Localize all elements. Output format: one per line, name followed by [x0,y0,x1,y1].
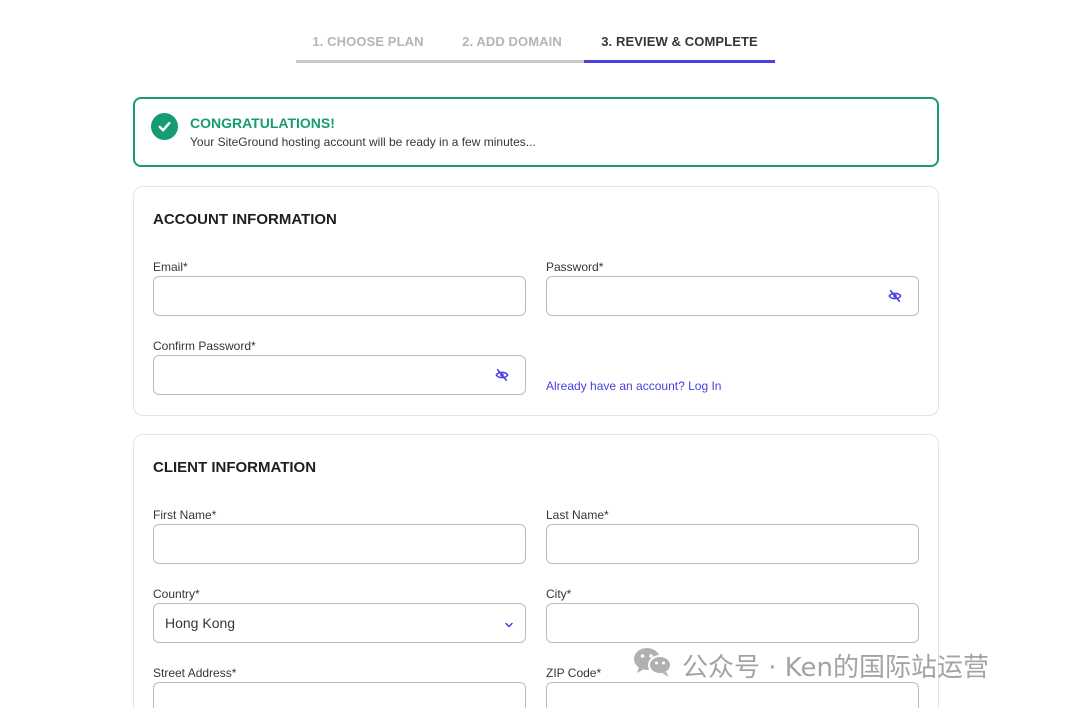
step-add-domain[interactable]: 2. ADD DOMAIN [440,24,584,62]
email-field[interactable] [153,276,526,316]
account-section-title: ACCOUNT INFORMATION [153,211,337,228]
banner-title: CONGRATULATIONS! [190,115,335,131]
banner-message: Your SiteGround hosting account will be … [190,135,536,149]
street-address-field[interactable] [153,682,526,708]
last-name-label: Last Name* [546,508,609,522]
step-progress-active [584,60,775,63]
first-name-label: First Name* [153,508,217,522]
account-information-card: ACCOUNT INFORMATION Email* Password* Con… [133,186,939,416]
wechat-icon [632,646,674,685]
watermark: 公众号 · Ken的国际站运营 [632,646,990,685]
success-banner: CONGRATULATIONS! Your SiteGround hosting… [133,97,939,167]
city-label: City* [546,587,572,601]
email-label: Email* [153,260,188,274]
step-choose-plan[interactable]: 1. CHOOSE PLAN [296,24,440,62]
step-progress-track [296,60,584,63]
first-name-field[interactable] [153,524,526,564]
country-value: Hong Kong [165,615,236,631]
check-circle-icon [151,113,178,140]
password-field[interactable] [546,276,919,316]
client-section-title: CLIENT INFORMATION [153,459,317,476]
checkout-page: 1. CHOOSE PLAN 2. ADD DOMAIN 3. REVIEW &… [0,0,1080,708]
eye-slash-icon[interactable] [888,289,902,303]
watermark-text: 公众号 · Ken的国际站运营 [682,652,990,683]
login-link[interactable]: Already have an account? Log In [546,379,721,393]
city-field[interactable] [546,603,919,643]
confirm-password-label: Confirm Password* [153,339,256,353]
password-label: Password* [546,260,604,274]
zip-code-label: ZIP Code* [546,666,602,680]
progress-steps: 1. CHOOSE PLAN 2. ADD DOMAIN 3. REVIEW &… [296,24,775,64]
chevron-down-icon [504,617,514,628]
zip-code-field[interactable] [546,682,919,708]
street-address-label: Street Address* [153,666,237,680]
confirm-password-field[interactable] [153,355,526,395]
country-label: Country* [153,587,200,601]
last-name-field[interactable] [546,524,919,564]
step-review-complete[interactable]: 3. REVIEW & COMPLETE [584,24,775,62]
eye-slash-icon[interactable] [495,368,509,382]
country-select[interactable]: Hong Kong [153,603,526,643]
